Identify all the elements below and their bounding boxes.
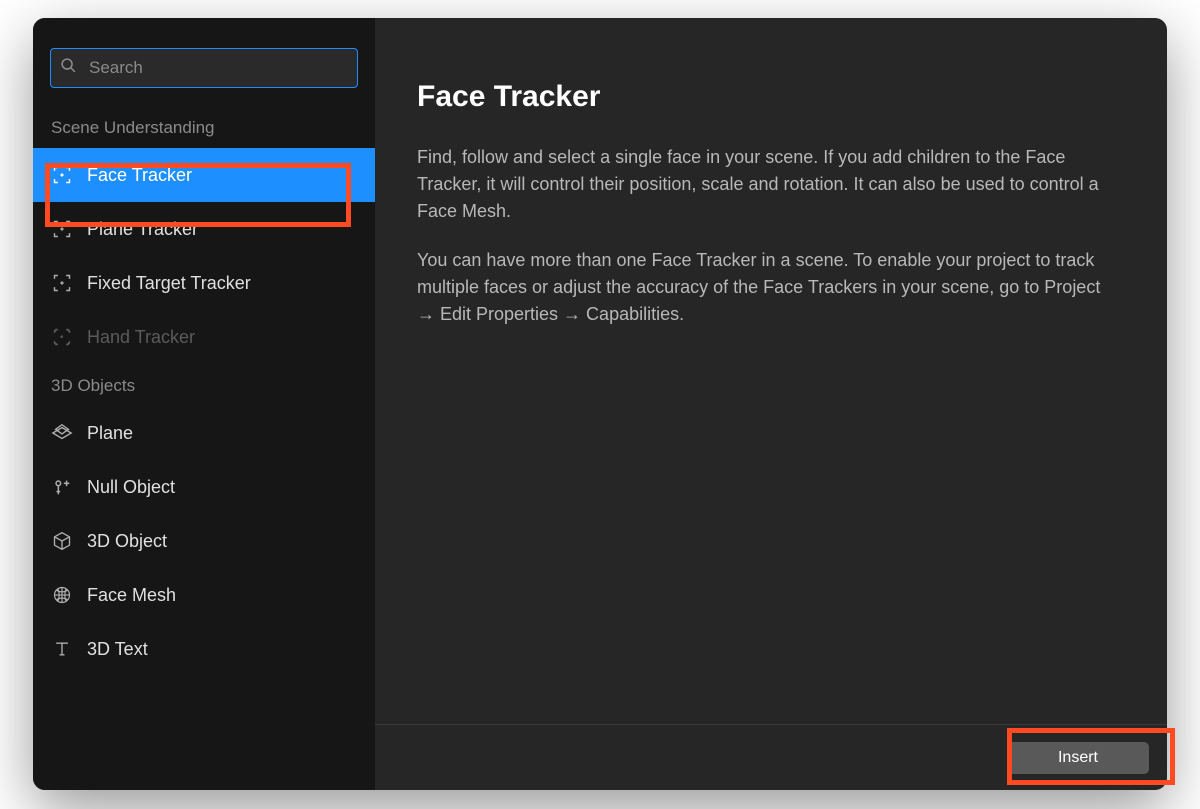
text-icon	[51, 638, 73, 660]
sidebar-item-plane-tracker[interactable]: Plane Tracker	[33, 202, 375, 256]
dialog-footer: Insert	[375, 724, 1167, 790]
sidebar-item-label: 3D Object	[87, 531, 167, 552]
sidebar-item-label: Face Mesh	[87, 585, 176, 606]
sidebar-item-face-tracker[interactable]: Face Tracker	[33, 148, 375, 202]
face-tracker-icon	[51, 164, 73, 186]
plane-icon	[51, 422, 73, 444]
section-header-3d-objects: 3D Objects	[33, 364, 375, 406]
dialog-window: Scene Understanding Face Tracker Plane T…	[33, 18, 1167, 790]
sidebar-item-label: Fixed Target Tracker	[87, 273, 251, 294]
page-title: Face Tracker	[417, 80, 1119, 114]
sidebar-item-null-object[interactable]: Null Object	[33, 460, 375, 514]
null-object-icon	[51, 476, 73, 498]
sidebar-item-label: 3D Text	[87, 639, 148, 660]
sidebar-item-3d-text[interactable]: 3D Text	[33, 622, 375, 676]
search-input[interactable]	[50, 48, 358, 88]
cube-icon	[51, 530, 73, 552]
sidebar-item-3d-object[interactable]: 3D Object	[33, 514, 375, 568]
face-mesh-icon	[51, 584, 73, 606]
section-header-scene-understanding: Scene Understanding	[33, 106, 375, 148]
content-paragraph: Find, follow and select a single face in…	[417, 144, 1119, 225]
sidebar-item-label: Null Object	[87, 477, 175, 498]
sidebar-item-label: Hand Tracker	[87, 327, 195, 348]
sidebar-item-plane[interactable]: Plane	[33, 406, 375, 460]
sidebar-item-label: Plane	[87, 423, 133, 444]
hand-tracker-icon	[51, 326, 73, 348]
sidebar-item-label: Plane Tracker	[87, 219, 198, 240]
sidebar-item-hand-tracker: Hand Tracker	[33, 310, 375, 364]
sidebar-item-label: Face Tracker	[87, 165, 192, 186]
content-body: Face Tracker Find, follow and select a s…	[375, 18, 1167, 724]
content-pane: Face Tracker Find, follow and select a s…	[375, 18, 1167, 790]
plane-tracker-icon	[51, 218, 73, 240]
insert-button[interactable]: Insert	[1007, 742, 1149, 774]
sidebar: Scene Understanding Face Tracker Plane T…	[33, 18, 375, 790]
sidebar-item-fixed-target-tracker[interactable]: Fixed Target Tracker	[33, 256, 375, 310]
search-field-wrap	[50, 48, 358, 88]
content-description: Find, follow and select a single face in…	[417, 144, 1119, 328]
content-paragraph: You can have more than one Face Tracker …	[417, 247, 1119, 328]
fixed-target-tracker-icon	[51, 272, 73, 294]
search-icon	[60, 57, 77, 79]
sidebar-item-face-mesh[interactable]: Face Mesh	[33, 568, 375, 622]
